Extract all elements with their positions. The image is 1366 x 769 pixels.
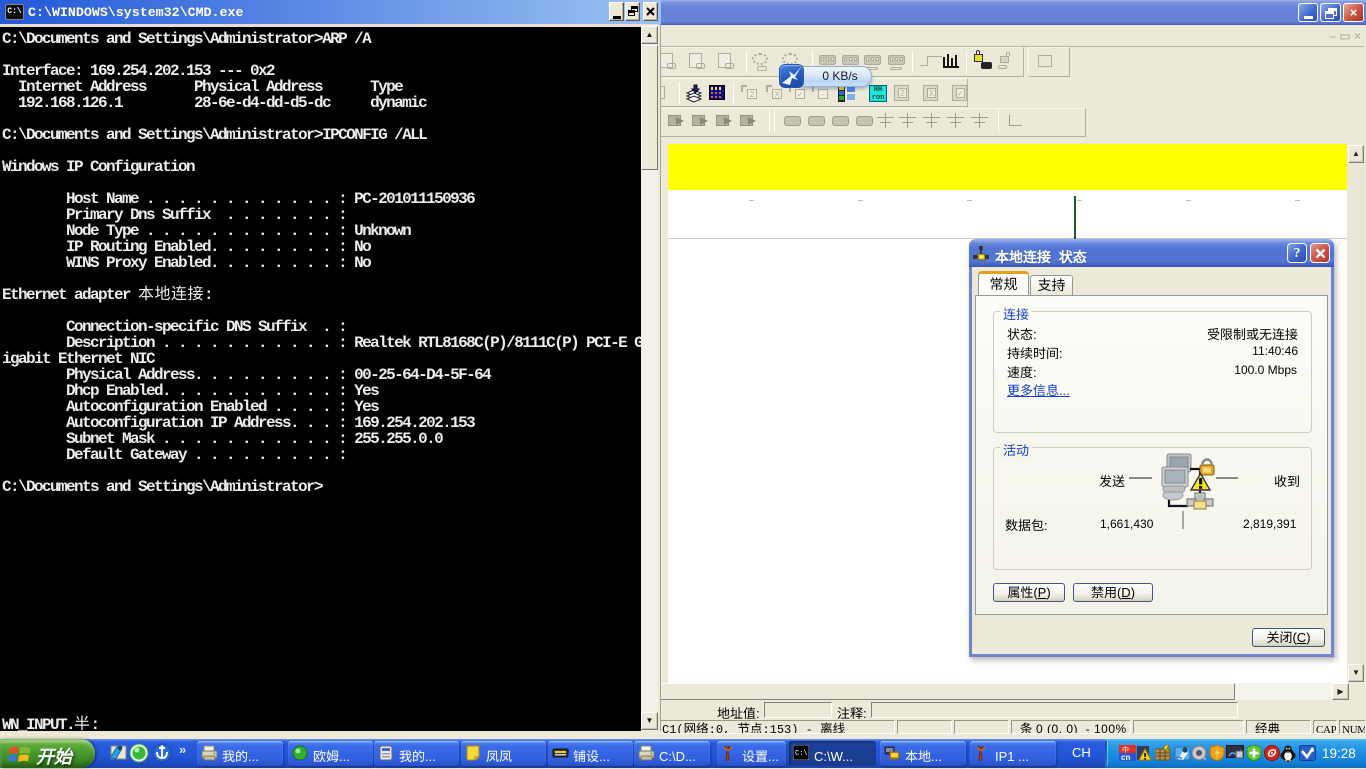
svg-text:cn: cn [1121, 753, 1130, 761]
svg-text:C:\: C:\ [795, 750, 808, 758]
